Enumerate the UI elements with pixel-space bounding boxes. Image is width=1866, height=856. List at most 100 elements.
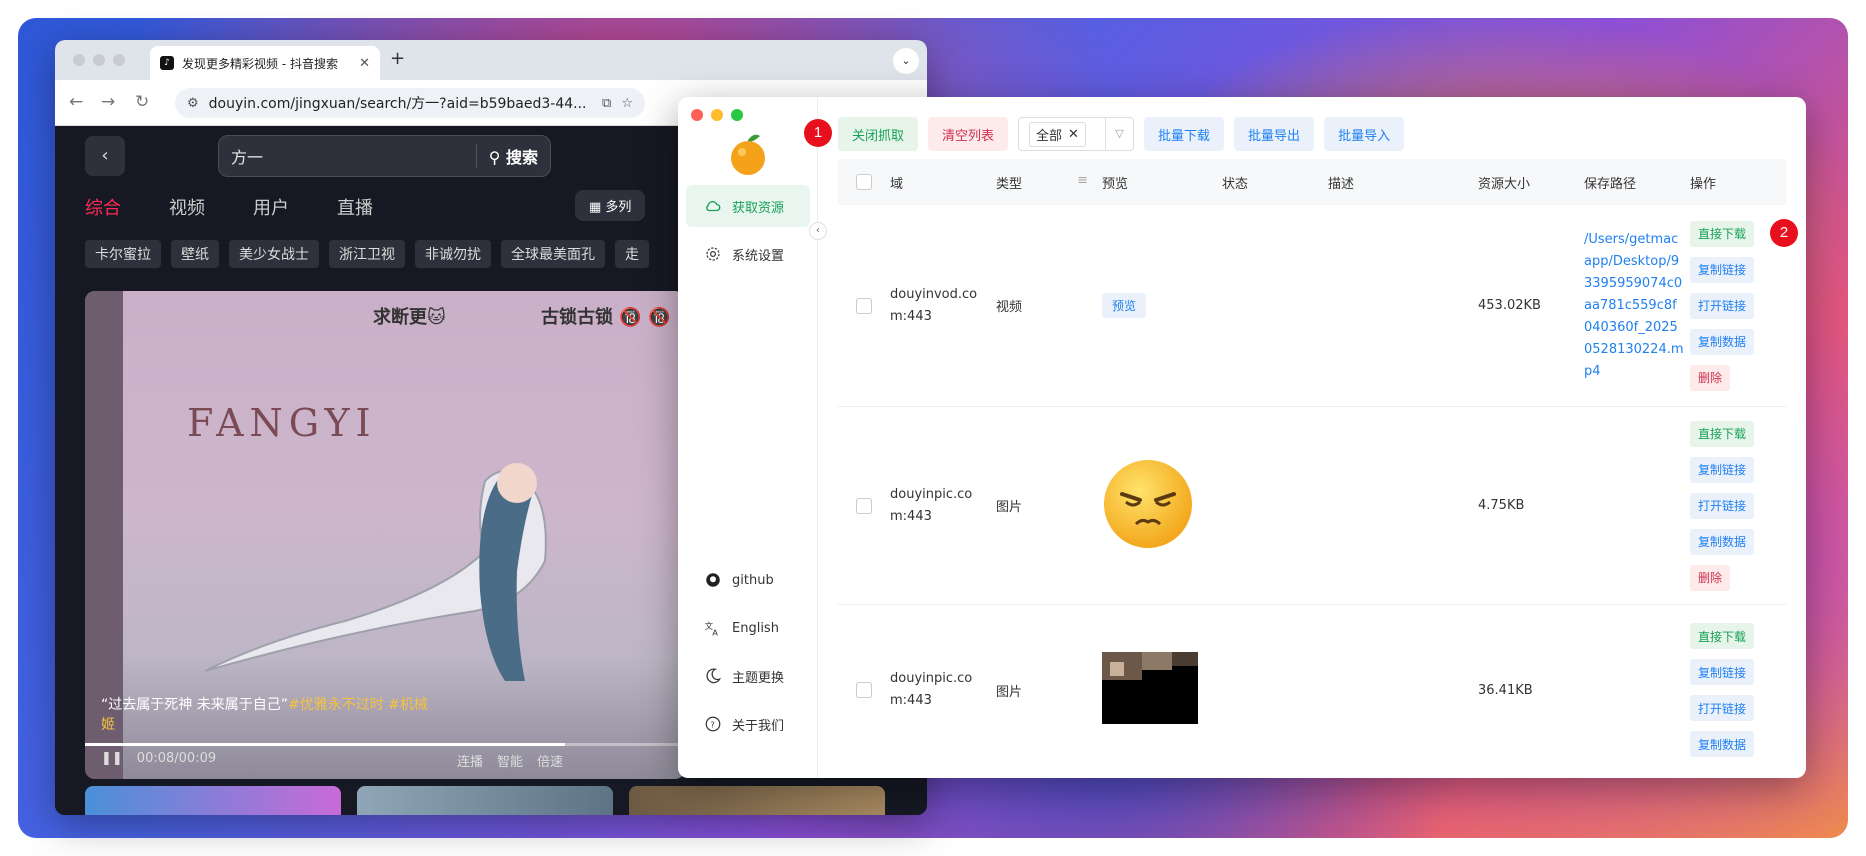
sidebar-item-settings[interactable]: 系统设置: [686, 233, 810, 275]
tab-video[interactable]: 视频: [169, 194, 205, 220]
sidebar-item-get-resources[interactable]: 获取资源: [686, 185, 810, 227]
copy-data-button[interactable]: 复制数据: [1690, 528, 1754, 555]
video-figure-image: [204, 463, 547, 681]
thumbnail[interactable]: [85, 786, 341, 815]
tab-user[interactable]: 用户: [253, 194, 289, 220]
open-link-button[interactable]: 打开链接: [1690, 492, 1754, 519]
collapse-sidebar-button[interactable]: ‹: [809, 222, 827, 240]
url-text: douyin.com/jingxuan/search/方一?aid=b59bae…: [208, 96, 587, 112]
chip[interactable]: 浙江卫视: [329, 240, 405, 268]
reload-icon[interactable]: ↻: [135, 92, 149, 112]
emoji-preview-image[interactable]: [1102, 458, 1194, 550]
url-field[interactable]: ⚙ douyin.com/jingxuan/search/方一?aid=b59b…: [175, 88, 645, 118]
header-size: 资源大小: [1478, 176, 1531, 192]
smart-toggle[interactable]: 智能: [497, 751, 523, 770]
copy-link-button[interactable]: 复制链接: [1690, 256, 1754, 283]
search-button[interactable]: ⚲ 搜索: [475, 144, 550, 168]
chip[interactable]: 卡尔蜜拉: [85, 240, 161, 268]
install-app-icon[interactable]: ⧉: [602, 96, 611, 111]
douyin-search-box[interactable]: 方一 ⚲ 搜索: [218, 135, 551, 177]
video-player[interactable]: 求断更🐱 古锁古锁 🔞 🔞 FANGYI “过去属于死神 未来属于自己”#优雅永…: [85, 291, 685, 779]
copy-link-button[interactable]: 复制链接: [1690, 659, 1754, 685]
cell-type: 视频: [996, 300, 1023, 315]
header-description: 描述: [1328, 176, 1355, 192]
page-back-button[interactable]: ‹: [85, 136, 125, 176]
video-controls-right: 连播 智能 倍速: [457, 751, 563, 770]
copy-data-button[interactable]: 复制数据: [1690, 731, 1754, 757]
tab-bar: ♪ 发现更多精彩视频 - 抖音搜索 ✕ + ⌄: [55, 40, 927, 80]
zoom-window-button[interactable]: [731, 109, 743, 121]
sidebar-item-theme[interactable]: 主题更换: [686, 655, 810, 697]
row-checkbox[interactable]: [856, 682, 872, 698]
chevron-down-icon[interactable]: ▽: [1105, 118, 1133, 150]
pause-icon[interactable]: ❚❚: [101, 751, 123, 766]
minimize-window-button[interactable]: [711, 109, 723, 121]
tab-close-icon[interactable]: ✕: [359, 56, 370, 71]
preview-button[interactable]: 预览: [1102, 293, 1147, 318]
direct-download-button[interactable]: 直接下载: [1690, 420, 1754, 447]
batch-import-button[interactable]: 批量导入: [1324, 117, 1405, 151]
close-window-button[interactable]: [73, 54, 85, 66]
batch-export-button[interactable]: 批量导出: [1234, 117, 1315, 151]
delete-button[interactable]: 删除: [1690, 564, 1730, 591]
forward-icon[interactable]: →: [101, 92, 115, 112]
video-overlay-text: 求断更🐱: [373, 307, 446, 328]
minimize-window-button[interactable]: [93, 54, 105, 66]
filter-icon[interactable]: ≡: [1077, 173, 1088, 192]
chip[interactable]: 美少女战士: [229, 240, 319, 268]
tab-list-icon[interactable]: ⌄: [893, 48, 919, 74]
table-row: douyinpic.com:443 图片 36.41KB 直接下载 复制链接 打…: [838, 605, 1786, 775]
sidebar-item-language[interactable]: 文A English: [686, 607, 810, 649]
video-progress-bar[interactable]: [85, 743, 685, 746]
sidebar-item-github[interactable]: github: [686, 559, 810, 601]
sidebar-item-about[interactable]: ? 关于我们: [686, 703, 810, 745]
chip[interactable]: 壁纸: [171, 240, 219, 268]
tab-comprehensive[interactable]: 综合: [85, 194, 121, 220]
copy-data-button[interactable]: 复制数据: [1690, 328, 1754, 355]
zoom-window-button[interactable]: [113, 54, 125, 66]
time-current: 00:08: [136, 751, 175, 766]
select-all-checkbox[interactable]: [856, 174, 872, 190]
direct-download-button[interactable]: 直接下载: [1690, 623, 1754, 649]
type-filter-select[interactable]: 全部 ✕ ▽: [1018, 117, 1135, 151]
speed-button[interactable]: 倍速: [537, 751, 563, 770]
site-settings-icon[interactable]: ⚙: [187, 96, 199, 111]
clear-list-button[interactable]: 清空列表: [928, 117, 1009, 151]
thumbnail[interactable]: [629, 786, 885, 815]
row-checkbox[interactable]: [856, 497, 872, 514]
copy-link-button[interactable]: 复制链接: [1690, 456, 1754, 483]
open-link-button[interactable]: 打开链接: [1690, 695, 1754, 721]
chip[interactable]: 走: [615, 240, 649, 268]
browser-tab[interactable]: ♪ 发现更多精彩视频 - 抖音搜索 ✕: [150, 46, 380, 80]
resource-sniffer-window: 获取资源 系统设置 github 文A English 主题更换 ? 关于我们 …: [678, 97, 1806, 778]
chip[interactable]: 全球最美面孔: [501, 240, 605, 268]
orange-logo-icon: [731, 134, 765, 175]
direct-download-button[interactable]: 直接下载: [1690, 220, 1754, 247]
delete-button[interactable]: 删除: [1690, 364, 1730, 391]
image-preview-thumbnail[interactable]: [1102, 652, 1198, 724]
thumbnail[interactable]: [357, 786, 613, 815]
chip[interactable]: 非诚勿扰: [415, 240, 491, 268]
autoplay-toggle[interactable]: 连播: [457, 751, 483, 770]
close-capture-button[interactable]: 关闭抓取: [838, 117, 919, 151]
bookmark-star-icon[interactable]: ☆: [621, 96, 633, 111]
row-checkbox[interactable]: [856, 297, 872, 314]
close-window-button[interactable]: [691, 109, 703, 121]
cell-type: 图片: [996, 500, 1023, 515]
sidebar-item-label: English: [732, 620, 779, 636]
back-icon[interactable]: ←: [69, 92, 83, 112]
batch-download-button[interactable]: 批量下载: [1144, 117, 1225, 151]
cell-save-path[interactable]: /Users/getmacapp/Desktop/93395959074c0aa…: [1584, 229, 1690, 383]
sidebar-item-label: 关于我们: [732, 718, 785, 734]
filter-tag: 全部 ✕: [1029, 121, 1086, 147]
table-row: douyinpic.com:443 图片 4.75KB 直接下载 复制链接 打开…: [838, 407, 1786, 605]
cell-size: 4.75KB: [1478, 498, 1525, 513]
new-tab-icon[interactable]: +: [390, 48, 405, 69]
svg-text:A: A: [712, 628, 718, 638]
search-input[interactable]: 方一: [219, 144, 476, 168]
tab-live[interactable]: 直播: [337, 194, 373, 220]
remove-tag-icon[interactable]: ✕: [1068, 127, 1079, 142]
multi-column-button[interactable]: ▦ 多列: [575, 190, 646, 221]
caption-text: “过去属于死神 未来属于自己”: [101, 697, 288, 713]
open-link-button[interactable]: 打开链接: [1690, 292, 1754, 319]
